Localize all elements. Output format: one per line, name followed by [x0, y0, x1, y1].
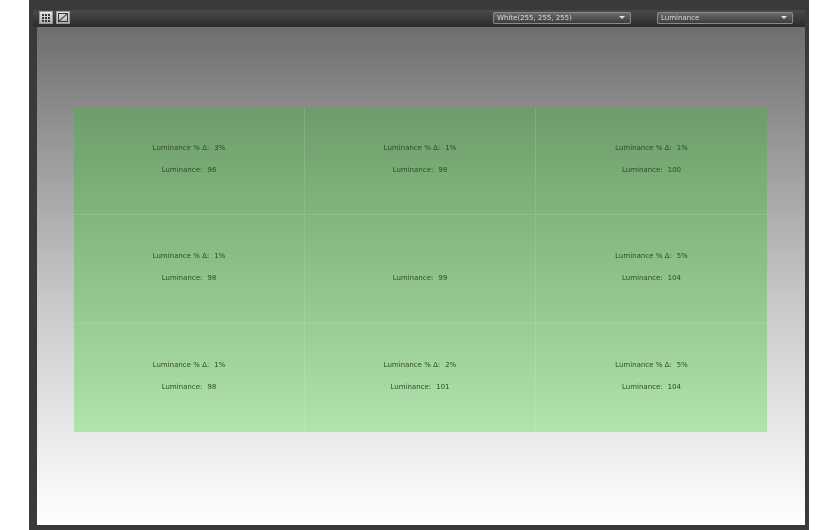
- delta-line: Luminance % Δ: 1%: [74, 361, 304, 369]
- luminance-label: Luminance:: [392, 274, 434, 283]
- grid-cell[interactable]: Luminance % Δ: 3% Luminance: 96: [74, 107, 305, 216]
- delta-line: Luminance % Δ: 5%: [536, 252, 767, 260]
- luminance-label: Luminance:: [390, 382, 432, 391]
- luminance-line: Luminance: 96: [74, 166, 304, 174]
- delta-value: 3%: [214, 144, 226, 152]
- grid-cell[interactable]: Luminance % Δ: 1% Luminance: 100: [536, 107, 767, 216]
- color-select-value: White(255, 255, 255): [497, 14, 572, 22]
- grid-view-button[interactable]: [39, 11, 53, 24]
- grid-cell[interactable]: Luminance % Δ: 2% Luminance: 101: [305, 323, 536, 432]
- delta-label: Luminance % Δ:: [615, 144, 672, 152]
- chevron-down-icon: [619, 16, 625, 19]
- luminance-line: Luminance: 98: [74, 383, 304, 391]
- delta-value: 5%: [676, 252, 688, 261]
- luminance-line: Luminance: 104: [536, 274, 767, 282]
- luminance-label: Luminance:: [161, 382, 203, 391]
- delta-value: 1%: [214, 360, 226, 369]
- delta-line: Luminance % Δ: 1%: [536, 144, 767, 152]
- delta-line: Luminance % Δ: 2%: [305, 361, 535, 369]
- luminance-label: Luminance:: [161, 166, 203, 174]
- luminance-value: 96: [207, 166, 217, 174]
- delta-line: Luminance % Δ: 1%: [305, 144, 535, 152]
- toolbar: White(255, 255, 255) Luminance: [33, 10, 805, 27]
- luminance-line: Luminance: 100: [536, 166, 767, 174]
- grid-cell[interactable]: Luminance % Δ: 5% Luminance: 104: [536, 215, 767, 324]
- luminance-value: 98: [207, 382, 217, 391]
- delta-label: Luminance % Δ:: [152, 360, 210, 369]
- luminance-label: Luminance:: [621, 166, 663, 174]
- luminance-line: Luminance: 99: [305, 274, 535, 282]
- uniformity-grid: Luminance % Δ: 3% Luminance: 96 Luminance …: [74, 107, 767, 432]
- grid-icon: [42, 14, 50, 22]
- delta-value: 1%: [676, 144, 688, 152]
- luminance-line: Luminance: 98: [74, 274, 304, 282]
- luminance-label: Luminance:: [621, 382, 663, 391]
- delta-value: 5%: [676, 360, 688, 369]
- delta-label: Luminance % Δ:: [615, 252, 672, 261]
- delta-label: Luminance % Δ:: [383, 144, 441, 152]
- delta-label: Luminance % Δ:: [152, 144, 210, 152]
- curve-view-button[interactable]: [56, 11, 70, 24]
- luminance-line: Luminance: 101: [305, 383, 535, 391]
- delta-label: Luminance % Δ:: [615, 360, 672, 369]
- luminance-value: 99: [438, 274, 448, 283]
- luminance-value: 98: [438, 166, 448, 174]
- chart-curve-icon: [58, 13, 68, 22]
- metric-select-value: Luminance: [661, 14, 700, 22]
- delta-value: 2%: [445, 360, 457, 369]
- grid-cell[interactable]: Luminance % Δ: 1% Luminance: 98: [305, 107, 536, 216]
- color-select[interactable]: White(255, 255, 255): [493, 12, 631, 24]
- delta-line: Luminance % Δ: 1%: [74, 252, 304, 260]
- delta-line: Luminance % Δ: 5%: [536, 361, 767, 369]
- grid-cell[interactable]: Luminance % Δ: 1% Luminance: 98: [74, 323, 305, 432]
- luminance-label: Luminance:: [392, 166, 434, 174]
- delta-label: Luminance % Δ:: [152, 252, 210, 261]
- luminance-line: Luminance: 104: [536, 383, 767, 391]
- luminance-value: 101: [436, 382, 450, 391]
- luminance-value: 98: [207, 274, 217, 283]
- delta-value: 1%: [445, 144, 457, 152]
- metric-select[interactable]: Luminance: [657, 12, 793, 24]
- chevron-down-icon: [781, 16, 787, 19]
- delta-line: Luminance % Δ: 3%: [74, 144, 304, 152]
- delta-value: 1%: [214, 252, 226, 261]
- grid-cell-reference[interactable]: Luminance: 99: [305, 215, 536, 324]
- luminance-line: Luminance: 98: [305, 166, 535, 174]
- luminance-value: 100: [667, 166, 682, 174]
- grid-cell[interactable]: Luminance % Δ: 1% Luminance: 98: [74, 215, 305, 324]
- delta-label: Luminance % Δ:: [383, 360, 441, 369]
- luminance-label: Luminance:: [161, 274, 203, 283]
- grid-cell[interactable]: Luminance % Δ: 5% Luminance: 104: [536, 324, 767, 432]
- luminance-value: 104: [667, 382, 682, 391]
- luminance-value: 104: [667, 274, 682, 283]
- luminance-label: Luminance:: [621, 274, 663, 283]
